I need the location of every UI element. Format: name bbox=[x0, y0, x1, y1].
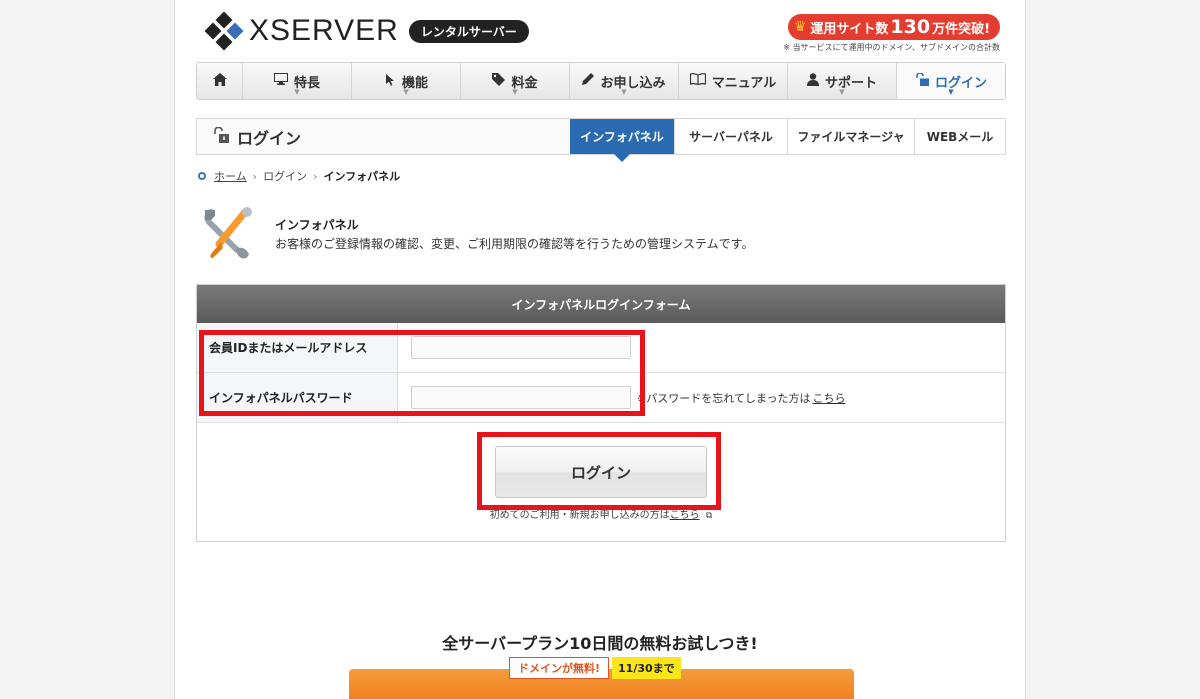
section-title-text: ログイン bbox=[237, 128, 302, 148]
tab-infopanel[interactable]: インフォパネル bbox=[570, 119, 674, 162]
pencil-icon bbox=[582, 73, 595, 89]
nav-item-support[interactable]: サポート ▼ bbox=[788, 63, 897, 99]
trial-tags: ドメインが無料! 11/30まで bbox=[509, 657, 681, 679]
nav-item-functions[interactable]: 機能 ▼ bbox=[352, 63, 461, 99]
promo-prefix: 運用サイト数 bbox=[810, 21, 889, 37]
breadcrumb-home-link[interactable]: ホーム bbox=[214, 168, 247, 184]
home-icon bbox=[212, 72, 227, 90]
xserver-logo[interactable]: XSERVER レンタルサーバー bbox=[204, 11, 529, 51]
nav-label: サポート bbox=[824, 75, 877, 91]
first-time-link[interactable]: こちら bbox=[670, 510, 700, 521]
unlock-icon bbox=[213, 126, 229, 147]
nav-item-home[interactable] bbox=[197, 63, 243, 99]
page-container: XSERVER レンタルサーバー ♛ 運用サイト数 130 万件突破! ※ 当サ… bbox=[174, 0, 1026, 699]
chevron-down-icon: ▼ bbox=[621, 88, 627, 96]
intro-title: インフォパネル bbox=[275, 218, 359, 232]
breadcrumb-login: ログイン bbox=[263, 170, 308, 183]
nav-item-features[interactable]: 特長 ▼ bbox=[243, 63, 352, 99]
forgot-password-link[interactable]: こちら bbox=[812, 390, 845, 406]
first-time-text: 初めてのご利用・新規お申し込みの方は bbox=[489, 510, 670, 521]
nav-item-pricing[interactable]: 料金 ▼ bbox=[461, 63, 570, 99]
promo-note: ※ 当サービスにて運用中のドメイン、サブドメインの合計数 bbox=[783, 43, 1000, 52]
tab-serverpanel[interactable]: サーバーパネル bbox=[674, 119, 787, 154]
chevron-down-icon: ▼ bbox=[512, 88, 518, 96]
crown-icon: ♛ bbox=[793, 19, 807, 35]
book-icon bbox=[689, 73, 706, 89]
domain-free-tag: ドメインが無料! bbox=[509, 657, 610, 679]
breadcrumb: ホーム › ログイン › インフォパネル bbox=[198, 168, 400, 184]
highlight-box-credentials bbox=[199, 330, 645, 416]
tab-filemanager[interactable]: ファイルマネージャ bbox=[787, 119, 914, 154]
promo-block: ♛ 運用サイト数 130 万件突破! ※ 当サービスにて運用中のドメイン、サブド… bbox=[783, 14, 1000, 53]
promo-suffix: 万件突破! bbox=[932, 21, 990, 37]
breadcrumb-separator-icon: › bbox=[252, 169, 258, 183]
chevron-down-icon: ▼ bbox=[948, 88, 954, 96]
section-title: ログイン bbox=[197, 119, 570, 154]
breadcrumb-separator-icon: › bbox=[313, 169, 318, 183]
breadcrumb-dot-icon bbox=[198, 172, 206, 180]
nav-label: マニュアル bbox=[711, 75, 777, 91]
promo-number: 130 bbox=[890, 16, 931, 38]
forgot-password-text: ※パスワードを忘れてしまった方は bbox=[637, 391, 811, 405]
person-icon bbox=[806, 72, 819, 90]
breadcrumb-current: インフォパネル bbox=[323, 170, 401, 183]
cursor-icon bbox=[384, 73, 396, 90]
tab-webmail[interactable]: WEBメール bbox=[914, 119, 1005, 154]
nav-item-manual[interactable]: マニュアル bbox=[679, 63, 788, 99]
highlight-box-login-button bbox=[477, 432, 721, 510]
trial-title: 全サーバープラン10日間の無料お試しつき! bbox=[442, 634, 758, 653]
promo-banner: ♛ 運用サイト数 130 万件突破! bbox=[787, 14, 1000, 40]
nav-item-apply[interactable]: お申し込み ▼ bbox=[570, 63, 679, 99]
form-heading: インフォパネルログインフォーム bbox=[197, 285, 1005, 323]
unlock-icon bbox=[915, 71, 929, 90]
global-nav: 特長 ▼ 機能 ▼ 料金 ▼ お申し込み ▼ マニュアル サポート ▼ ログイン… bbox=[196, 62, 1006, 100]
chevron-down-icon: ▼ bbox=[294, 88, 300, 96]
logo-diamond-icon bbox=[204, 11, 244, 51]
logo-text: XSERVER bbox=[249, 14, 399, 47]
intro-description: お客様のご登録情報の確認、変更、ご利用期限の確認等を行うための管理システムです。 bbox=[275, 237, 754, 251]
tag-icon bbox=[492, 72, 506, 90]
nav-label: お申し込み bbox=[600, 75, 666, 91]
chevron-down-icon: ▼ bbox=[839, 88, 845, 96]
external-link-icon: ⧉ bbox=[705, 511, 713, 521]
nav-label: ログイン bbox=[934, 75, 987, 91]
chevron-down-icon: ▼ bbox=[403, 88, 409, 96]
tools-icon bbox=[201, 206, 257, 262]
login-section-bar: ログイン インフォパネル サーバーパネル ファイルマネージャ WEBメール bbox=[196, 118, 1006, 162]
nav-item-login[interactable]: ログイン ▼ bbox=[897, 63, 1005, 99]
monitor-icon bbox=[273, 73, 288, 89]
deadline-tag: 11/30まで bbox=[612, 657, 681, 679]
logo-badge: レンタルサーバー bbox=[408, 19, 529, 43]
